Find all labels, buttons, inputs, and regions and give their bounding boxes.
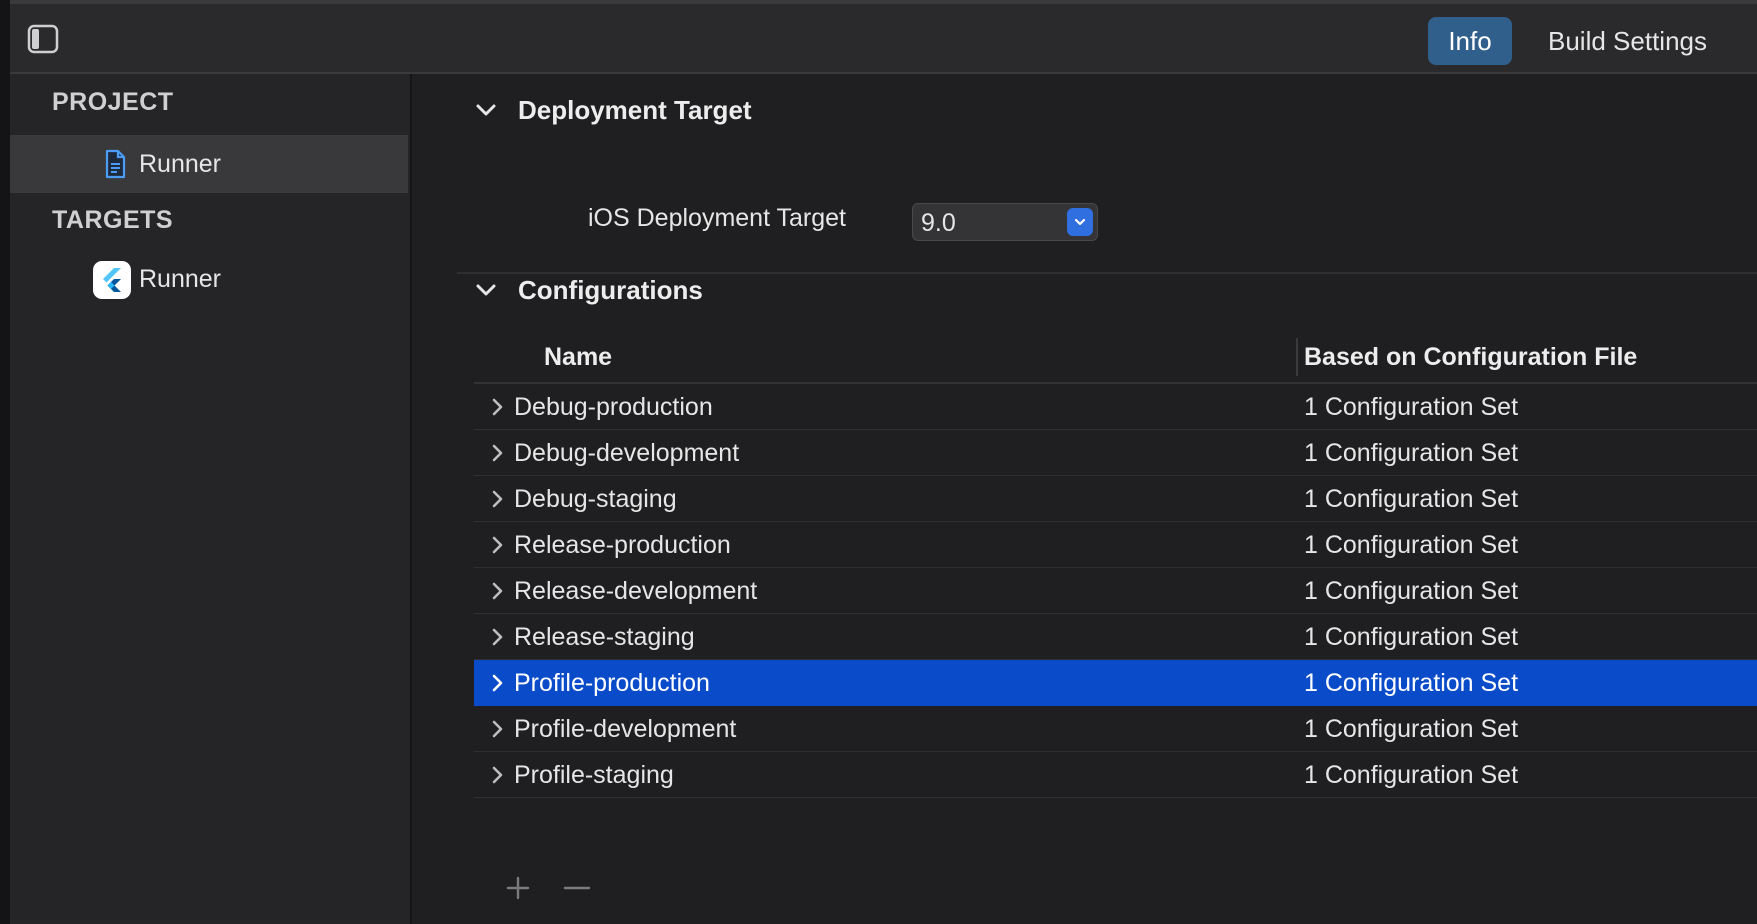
sidebar-item-label: Runner <box>139 264 221 293</box>
configurations-section-header[interactable]: Configurations <box>472 270 703 310</box>
chevron-right-icon[interactable] <box>488 625 508 649</box>
tab-build-settings-label: Build Settings <box>1548 25 1707 56</box>
configuration-based-on: 1 Configuration Set <box>1304 577 1519 605</box>
sidebar-item-target-runner[interactable]: Runner <box>10 250 408 308</box>
configuration-based-on: 1 Configuration Set <box>1304 623 1519 651</box>
table-row[interactable]: Profile-staging 1 Configuration Set <box>474 752 1757 798</box>
configuration-based-on: 1 Configuration Set <box>1304 439 1519 467</box>
configuration-based-on: 1 Configuration Set <box>1304 531 1519 559</box>
configuration-name: Debug-production <box>514 393 713 421</box>
tab-info-label: Info <box>1448 25 1492 56</box>
deployment-target-title: Deployment Target <box>518 94 752 125</box>
configuration-name: Release-development <box>514 577 758 605</box>
chevron-right-icon[interactable] <box>488 717 508 741</box>
project-file-icon <box>98 147 132 181</box>
tab-build-settings[interactable]: Build Settings <box>1548 17 1707 65</box>
deployment-target-section-header[interactable]: Deployment Target <box>472 90 752 130</box>
ios-deployment-target-select[interactable]: 9.0 <box>912 203 1098 241</box>
chevron-right-icon[interactable] <box>488 671 508 695</box>
tab-info[interactable]: Info <box>1428 17 1512 65</box>
flutter-app-icon <box>92 260 132 300</box>
chevron-right-icon[interactable] <box>488 763 508 787</box>
sidebar-item-label: Runner <box>139 149 221 178</box>
configuration-name: Profile-development <box>514 715 737 743</box>
table-row[interactable]: Debug-staging 1 Configuration Set <box>474 476 1757 522</box>
table-row[interactable]: Debug-development 1 Configuration Set <box>474 430 1757 476</box>
chevron-down-icon <box>476 104 496 116</box>
column-header-name[interactable]: Name <box>544 343 612 372</box>
configuration-name: Profile-production <box>514 669 710 697</box>
configuration-based-on: 1 Configuration Set <box>1304 715 1519 743</box>
info-editor: Deployment Target iOS Deployment Target … <box>412 74 1757 924</box>
ios-deployment-target-value: 9.0 <box>921 209 956 237</box>
table-row[interactable]: Release-staging 1 Configuration Set <box>474 614 1757 660</box>
plus-icon[interactable] <box>504 874 532 902</box>
configuration-name: Debug-development <box>514 439 740 467</box>
configuration-name: Profile-staging <box>514 761 674 789</box>
configuration-based-on: 1 Configuration Set <box>1304 485 1519 513</box>
project-navigator: PROJECT Runner TARGETS Runner <box>10 74 412 924</box>
configurations-title: Configurations <box>518 274 703 305</box>
chevron-right-icon[interactable] <box>488 533 508 557</box>
configuration-name: Release-staging <box>514 623 695 651</box>
table-row[interactable]: Release-production 1 Configuration Set <box>474 522 1757 568</box>
chevron-down-icon <box>476 284 496 296</box>
configuration-name: Release-production <box>514 531 731 559</box>
chevron-right-icon[interactable] <box>488 487 508 511</box>
table-header: Name Based on Configuration File <box>474 330 1757 384</box>
column-header-based-on[interactable]: Based on Configuration File <box>1304 343 1637 372</box>
table-row[interactable]: Profile-development 1 Configuration Set <box>474 706 1757 752</box>
project-heading: PROJECT <box>52 88 174 116</box>
window-edge <box>0 0 10 924</box>
ios-deployment-target-label: iOS Deployment Target <box>588 204 846 232</box>
table-row[interactable]: Debug-production 1 Configuration Set <box>474 384 1757 430</box>
targets-heading: TARGETS <box>52 206 174 234</box>
configuration-based-on: 1 Configuration Set <box>1304 761 1519 789</box>
configuration-rows: Debug-production 1 Configuration Set Deb… <box>474 384 1757 798</box>
configuration-name: Debug-staging <box>514 485 677 513</box>
chevron-right-icon[interactable] <box>488 395 508 419</box>
chevron-down-icon <box>1074 218 1086 226</box>
chevron-right-icon[interactable] <box>488 579 508 603</box>
column-separator <box>1296 338 1298 376</box>
editor-toolbar: Info Build Settings <box>10 0 1757 74</box>
table-row-selected[interactable]: Profile-production 1 Configuration Set <box>474 660 1757 706</box>
popup-button[interactable] <box>1067 208 1093 236</box>
minus-icon[interactable] <box>562 874 592 902</box>
toolbar-divider <box>10 0 1757 4</box>
configuration-based-on: 1 Configuration Set <box>1304 393 1519 421</box>
configuration-based-on: 1 Configuration Set <box>1304 669 1519 697</box>
sidebar-toggle-icon[interactable] <box>27 24 59 54</box>
table-row[interactable]: Release-development 1 Configuration Set <box>474 568 1757 614</box>
chevron-right-icon[interactable] <box>488 441 508 465</box>
sidebar-item-project-runner[interactable]: Runner <box>10 135 408 193</box>
